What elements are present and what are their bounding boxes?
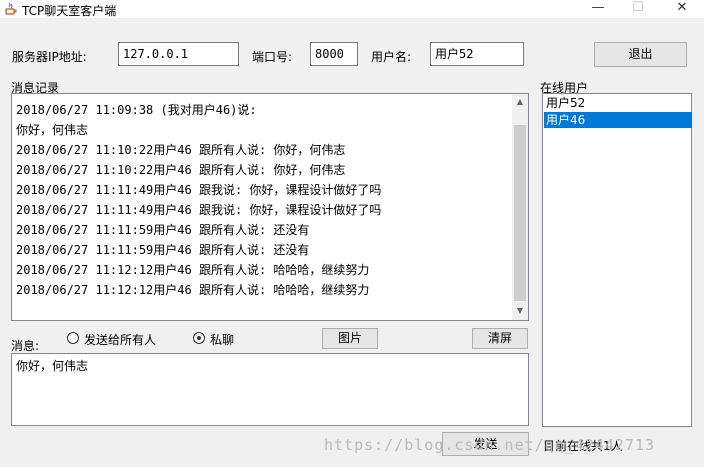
message-line: 2018/06/27 11:11:59用户46 跟所有人说: 还没有 <box>16 243 310 257</box>
online-user-item-selected[interactable]: 用户46 <box>544 112 692 128</box>
message-line: 2018/06/27 11:10:22用户46 跟所有人说: 你好，何伟志 <box>16 163 346 177</box>
message-line: 2018/06/27 11:10:22用户46 跟所有人说: 你好，何伟志 <box>16 143 346 157</box>
close-window-button[interactable]: ✕ <box>662 0 702 18</box>
online-user-item[interactable]: 用户52 <box>544 95 692 111</box>
watermark-text: https://blog.csdn.net/qq_42442713 <box>324 436 656 454</box>
username-field[interactable]: 用户52 <box>430 42 524 66</box>
scroll-up-arrow-icon[interactable]: ▲ <box>515 97 525 107</box>
message-scrollbar[interactable]: ▲ ▼ <box>512 94 528 320</box>
clear-screen-button[interactable]: 清屏 <box>472 328 528 349</box>
window-title: TCP聊天室客户端 <box>22 4 117 18</box>
send-all-radio[interactable] <box>67 332 79 344</box>
scroll-down-arrow-icon[interactable]: ▼ <box>515 306 525 316</box>
online-users-list[interactable]: 用户52 用户46 <box>542 93 692 427</box>
message-input[interactable]: 你好，何伟志 <box>11 353 529 426</box>
compose-label: 消息: <box>11 339 40 353</box>
send-all-radio-label[interactable]: 发送给所有人 <box>84 331 156 348</box>
username-label: 用户名: <box>371 50 412 64</box>
port-label: 端口号: <box>252 50 293 64</box>
exit-button[interactable]: 退出 <box>594 42 687 67</box>
maximize-button[interactable]: ☐ <box>618 0 658 18</box>
port-field[interactable]: 8000 <box>310 42 358 66</box>
server-ip-field[interactable]: 127.0.0.1 <box>118 42 239 66</box>
scroll-thumb[interactable] <box>514 125 526 301</box>
message-line: 2018/06/27 11:09:38 (我对用户46)说: <box>16 103 257 117</box>
private-chat-radio-label[interactable]: 私聊 <box>210 331 234 348</box>
message-line: 2018/06/27 11:11:49用户46 跟我说: 你好，课程设计做好了吗 <box>16 203 382 217</box>
message-history-area[interactable]: 2018/06/27 11:09:38 (我对用户46)说: 你好，何伟志 20… <box>11 93 529 321</box>
message-line: 2018/06/27 11:12:12用户46 跟所有人说: 哈哈哈，继续努力 <box>16 263 370 277</box>
message-line: 你好，何伟志 <box>16 123 89 137</box>
server-ip-label: 服务器IP地址: <box>12 50 87 64</box>
message-line: 2018/06/27 11:11:49用户46 跟我说: 你好，课程设计做好了吗 <box>16 183 382 197</box>
private-chat-radio[interactable] <box>193 332 205 344</box>
radio-selected-dot-icon <box>197 336 201 340</box>
title-bar: TCP聊天室客户端 — ☐ ✕ <box>0 0 704 18</box>
image-button[interactable]: 图片 <box>322 328 378 349</box>
message-line: 2018/06/27 11:12:12用户46 跟所有人说: 哈哈哈，继续努力 <box>16 283 370 297</box>
java-app-icon <box>5 2 17 15</box>
minimize-button[interactable]: — <box>578 0 618 18</box>
message-line: 2018/06/27 11:11:59用户46 跟所有人说: 还没有 <box>16 223 310 237</box>
